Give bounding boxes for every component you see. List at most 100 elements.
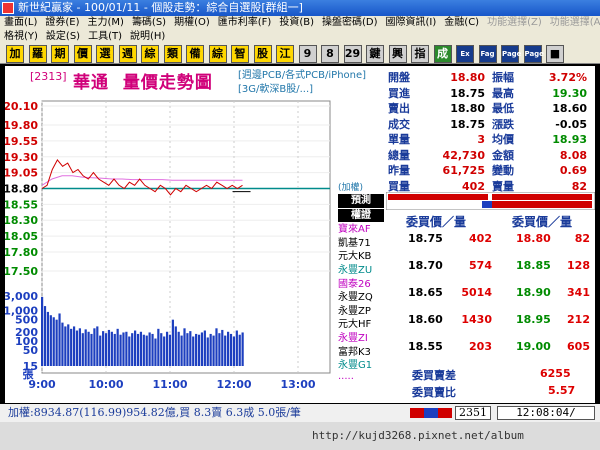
ask-volume: 341 [567, 286, 590, 299]
toolbar-button-6[interactable]: 綜 [141, 45, 159, 63]
row1-menu-item-9[interactable]: 金融(C) [440, 16, 483, 30]
toolbar-button-12[interactable]: 江 [276, 45, 294, 63]
legend-item[interactable]: 永豐ZU [338, 264, 384, 278]
row2-menu-item-2[interactable]: 工具(T) [84, 30, 126, 44]
toolbar-button-2[interactable]: 期 [51, 45, 69, 63]
window-title: 新世紀贏家 - 100/01/11 - 個股走勢：綜合自選股[群組一] [18, 1, 303, 14]
row1-menu-item-6[interactable]: 投資(B) [275, 16, 318, 30]
ask-price: 18.95 [516, 313, 551, 326]
volume-bar [142, 334, 145, 366]
volume-bar [125, 331, 128, 366]
app-icon [2, 2, 14, 14]
bid-ask-ratio: 委買賣比 5.57 [412, 384, 576, 399]
row1-menu-item-4[interactable]: 期權(O) [170, 16, 214, 30]
toolbar-button-1[interactable]: 羅 [28, 45, 47, 63]
volume-bar [235, 330, 238, 366]
toolbar: 加羅期價選週綜類備綜智股江9829鍵興指成ExFagPage UpPage Do… [0, 44, 600, 74]
volume-tick-label: 3,000 [5, 290, 38, 303]
legend-item[interactable]: 永豐ZQ [338, 291, 384, 305]
price-tick-label: 18.30 [5, 214, 38, 227]
toolbar-button-13[interactable]: 9 [298, 45, 317, 63]
toolbar-button-9[interactable]: 綜 [208, 45, 227, 63]
quote-value: 18.75 [450, 117, 485, 131]
quote-label: 最高 [492, 86, 514, 100]
legend-item[interactable]: 永豐ZI [338, 332, 384, 346]
mini-strength-bar [410, 408, 452, 418]
volume-bar [104, 333, 108, 366]
quote-value: 0.69 [559, 164, 587, 177]
volume-bar [84, 329, 87, 366]
toolbar-button-15[interactable]: 29 [343, 45, 362, 63]
volume-bar [203, 330, 206, 366]
volume-bar [52, 317, 55, 366]
legend-item[interactable]: 凱基71 [338, 237, 384, 251]
toolbar-button-20[interactable]: Ex [456, 45, 474, 63]
toolbar-button-5[interactable]: 週 [118, 45, 137, 63]
row1-menu-item-8[interactable]: 國際資訊(I) [382, 16, 441, 30]
volume-bar [241, 332, 244, 366]
row1-menu-item-3[interactable]: 籌碼(S) [128, 16, 170, 30]
row1-menu-item-5[interactable]: 匯市利率(F) [214, 16, 276, 30]
legend-item[interactable]: 元大KB [338, 250, 384, 264]
volume-bar [116, 328, 119, 366]
toolbar-button-23[interactable]: Page Down [523, 45, 547, 74]
quote-label: 昨量 [388, 164, 410, 177]
toolbar-button-18[interactable]: 指 [411, 45, 429, 63]
toolbar-button-4[interactable]: 選 [96, 45, 114, 63]
volume-bar [81, 333, 84, 366]
legend-item[interactable]: 永豐ZP [338, 305, 384, 319]
toolbar-button-21[interactable]: Fag [478, 45, 497, 63]
volume-bar [151, 333, 154, 366]
quote-label: 單量 [388, 133, 410, 146]
row1-menu-item-0[interactable]: 畫面(L) [0, 16, 41, 30]
row2-menu-item-0[interactable]: 格視(Y) [0, 30, 42, 44]
row2-menu-item-1[interactable]: 設定(S) [42, 30, 84, 44]
legend-item[interactable]: ····· [338, 373, 384, 387]
price-tick-label: 19.05 [5, 167, 38, 180]
row1-menu-item-10[interactable]: 功能選擇(Z) [483, 16, 546, 30]
legend-item[interactable]: 寶來AF [338, 223, 384, 237]
volume-tick-label: 50 [23, 344, 39, 357]
toolbar-button-3[interactable]: 價 [73, 45, 92, 63]
row1-menu-item-2[interactable]: 主力(M) [84, 16, 128, 30]
volume-bar [171, 319, 174, 366]
time-tick-label: 12:00 [216, 378, 251, 391]
toolbar-button-10[interactable]: 智 [231, 45, 249, 63]
legend-warrant-header[interactable]: 權證 [338, 208, 384, 223]
ask-volume: 82 [574, 232, 590, 245]
quote-label: 漲跌 [492, 117, 514, 131]
watermark-url: http://kujd3268.pixnet.net/album [312, 429, 524, 442]
toolbar-button-7[interactable]: 類 [163, 45, 182, 63]
toolbar-button-19[interactable]: 成 [433, 45, 452, 63]
row1-menu-item-11[interactable]: 功能選擇(A) [546, 16, 600, 30]
volume-bar [99, 335, 102, 366]
quote-label: 變動 [492, 164, 514, 177]
toolbar-button-0[interactable]: 加 [6, 45, 24, 63]
row2-menu-item-3[interactable]: 說明(H) [126, 30, 169, 44]
toolbar-button-17[interactable]: 興 [388, 45, 407, 63]
index-summary: 加權:8934.87(116.99)954.82億,買 8.3賣 6.3成 5.… [8, 406, 301, 419]
toolbar-button-16[interactable]: 鍵 [366, 45, 384, 63]
legend-item[interactable]: 元大HF [338, 318, 384, 332]
window-title-bar: 新世紀贏家 - 100/01/11 - 個股走勢：綜合自選股[群組一] [0, 0, 600, 16]
legend-forecast-header[interactable]: 預測 [338, 194, 384, 208]
row1-menu-item-1[interactable]: 證券(E) [41, 16, 83, 30]
legend-item[interactable]: 國泰26 [338, 278, 384, 292]
row1-menu-item-7[interactable]: 操盤密碼(D) [318, 16, 382, 30]
toolbar-button-22[interactable]: Page Up [501, 45, 521, 74]
toolbar-button-24[interactable]: ■ [546, 45, 564, 63]
bid-ask-difference: 委買賣差 6255 [412, 367, 571, 382]
legend-item[interactable]: 永豐G1 [338, 359, 384, 373]
volume-bar [174, 326, 177, 366]
ask-volume: 128 [567, 259, 590, 272]
toolbar-button-11[interactable]: 股 [253, 45, 272, 63]
bid-price: 18.65 [408, 286, 443, 299]
status-bar: 加權:8934.87(116.99)954.82億,買 8.3賣 6.3成 5.… [0, 404, 600, 422]
volume-bar [209, 333, 212, 366]
legend-item[interactable]: 富邦K3 [338, 346, 384, 360]
quote-label: 總量 [388, 148, 410, 162]
volume-bar [238, 334, 241, 366]
quote-value: 8.08 [559, 148, 587, 162]
toolbar-button-14[interactable]: 8 [321, 45, 339, 63]
toolbar-button-8[interactable]: 備 [186, 45, 204, 63]
